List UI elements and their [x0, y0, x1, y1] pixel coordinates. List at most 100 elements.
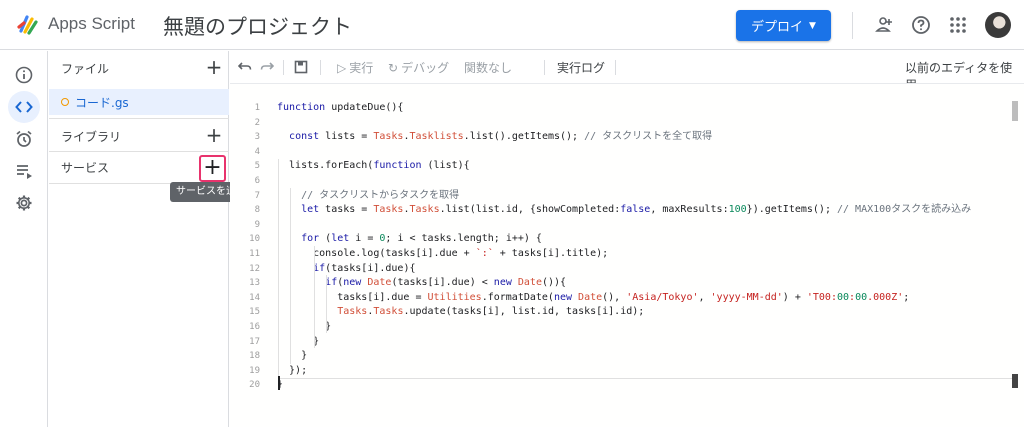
avatar[interactable]	[985, 12, 1011, 38]
deploy-button[interactable]: デプロイ ▼	[736, 10, 831, 41]
code-line[interactable]	[277, 116, 1007, 131]
line-number: 15	[249, 307, 260, 318]
indent-guide	[278, 159, 279, 379]
executions-icon[interactable]	[8, 155, 40, 187]
line-number: 18	[249, 351, 260, 362]
code-line[interactable]: }	[277, 349, 1007, 364]
file-status-dot	[61, 98, 69, 106]
line-number: 20	[249, 380, 260, 391]
files-panel: ファイル + コード.gs ライブラリ + サービス	[49, 51, 229, 427]
code-line[interactable]: }	[277, 378, 1007, 393]
line-number: 1	[254, 103, 260, 113]
line-number: 4	[254, 146, 260, 157]
line-number: 19	[249, 365, 260, 376]
debug-icon: ↻	[388, 60, 399, 75]
code-icon[interactable]	[8, 91, 40, 123]
line-number: 16	[249, 321, 260, 332]
toolbar-divider	[320, 60, 321, 75]
code-line[interactable]: if(new Date(tasks[i].due) < new Date()){	[277, 276, 1007, 291]
run-button[interactable]: ▷ 実行	[337, 59, 373, 76]
code-line[interactable]: let tasks = Tasks.Tasks.list(list.id, {s…	[277, 203, 1007, 218]
code-line[interactable]: for (let i = 0; i < tasks.length; i++) {	[277, 232, 1007, 247]
apps-grid-icon[interactable]	[946, 13, 970, 37]
files-label: ファイル	[61, 62, 110, 76]
add-library-button[interactable]: +	[204, 123, 224, 147]
code-area[interactable]: function updateDue(){ const lists = Task…	[277, 101, 1007, 393]
code-line[interactable]: }	[277, 335, 1007, 350]
caret-down-icon: ▼	[809, 20, 816, 31]
services-label: サービス	[61, 161, 110, 175]
code-line[interactable]: }	[277, 320, 1007, 335]
debug-button[interactable]: ↻ デバッグ	[388, 59, 449, 76]
add-person-icon[interactable]	[872, 13, 896, 37]
alarm-icon[interactable]	[8, 123, 40, 155]
code-line[interactable]: tasks[i].due = Utilities.formatDate(new …	[277, 291, 1007, 306]
apps-script-logo[interactable]	[16, 13, 40, 37]
app-name[interactable]: Apps Script	[48, 14, 135, 34]
indent-guide	[326, 275, 327, 333]
function-select[interactable]: 関数なし	[464, 59, 512, 76]
debug-label: デバッグ	[401, 61, 450, 75]
play-icon: ▷	[337, 60, 347, 75]
info-icon[interactable]	[8, 59, 40, 91]
code-line[interactable]: });	[277, 364, 1007, 379]
settings-icon[interactable]	[8, 187, 40, 219]
code-line[interactable]: console.log(tasks[i].due + `:` + tasks[i…	[277, 247, 1007, 262]
line-number: 9	[254, 219, 260, 230]
left-rail	[0, 51, 48, 427]
editor-toolbar: ▷ 実行 ↻ デバッグ 関数なし 実行ログ 以前のエディタを使用	[230, 51, 1024, 92]
scrollbar-marker	[1012, 374, 1018, 388]
redo-icon[interactable]	[258, 58, 276, 76]
file-name: コード.gs	[75, 96, 129, 110]
line-number: 13	[249, 278, 260, 289]
code-editor[interactable]: 1 2 3 4 5 6 7 8 9 10 11 12 13 14 15 16 17 18 19 20 function…	[230, 83, 1024, 427]
current-line-marker	[278, 378, 1012, 379]
line-number: 5	[254, 161, 260, 172]
toolbar-divider	[544, 60, 545, 75]
help-icon[interactable]	[909, 13, 933, 37]
code-line[interactable]: const lists = Tasks.Tasklists.list().get…	[277, 130, 1007, 145]
execution-log-button[interactable]: 実行ログ	[557, 59, 605, 76]
save-icon[interactable]	[292, 58, 310, 76]
log-label: 実行ログ	[557, 61, 606, 75]
code-line[interactable]: // タスクリストからタスクを取得	[277, 189, 1007, 204]
libraries-label: ライブラリ	[61, 130, 122, 144]
add-file-button[interactable]: +	[204, 55, 224, 79]
header-divider	[852, 12, 853, 39]
line-number: 14	[249, 292, 260, 303]
indent-guide	[290, 188, 291, 364]
line-number: 3	[254, 132, 260, 143]
line-number: 7	[254, 190, 260, 201]
run-label: 実行	[349, 61, 374, 75]
toolbar-divider	[615, 60, 616, 75]
line-number-gutter: 1 2 3 4 5 6 7 8 9 10 11 12 13 14 15 16 17 18 19 20	[230, 101, 260, 393]
code-line[interactable]: lists.forEach(function (list){	[277, 159, 1007, 174]
code-line[interactable]: if(tasks[i].due){	[277, 262, 1007, 277]
code-line[interactable]: function updateDue(){	[277, 101, 1007, 116]
code-line[interactable]	[277, 218, 1007, 233]
undo-icon[interactable]	[236, 58, 254, 76]
toolbar-divider	[283, 60, 284, 75]
line-number: 10	[249, 234, 260, 245]
indent-guide	[314, 246, 315, 348]
file-item-code[interactable]: コード.gs	[49, 89, 229, 115]
line-number: 12	[249, 263, 260, 274]
code-line[interactable]	[277, 174, 1007, 189]
deploy-label: デプロイ	[751, 20, 804, 35]
libraries-section-header: ライブラリ +	[49, 121, 229, 151]
scrollbar-thumb[interactable]	[1012, 101, 1018, 121]
line-number: 2	[254, 117, 260, 128]
text-cursor	[278, 376, 280, 390]
line-number: 17	[249, 336, 260, 347]
files-section-header: ファイル +	[49, 53, 229, 83]
line-number: 8	[254, 205, 260, 216]
project-title[interactable]: 無題のプロジェクト	[163, 11, 352, 41]
top-bar: Apps Script 無題のプロジェクト デプロイ ▼	[0, 0, 1024, 50]
section-divider	[49, 118, 229, 119]
code-line[interactable]	[277, 145, 1007, 160]
line-number: 6	[254, 175, 260, 186]
add-service-button[interactable]: +	[199, 155, 226, 182]
line-number: 11	[249, 248, 260, 259]
code-line[interactable]: Tasks.Tasks.update(tasks[i], list.id, ta…	[277, 305, 1007, 320]
function-label: 関数なし	[464, 61, 513, 75]
